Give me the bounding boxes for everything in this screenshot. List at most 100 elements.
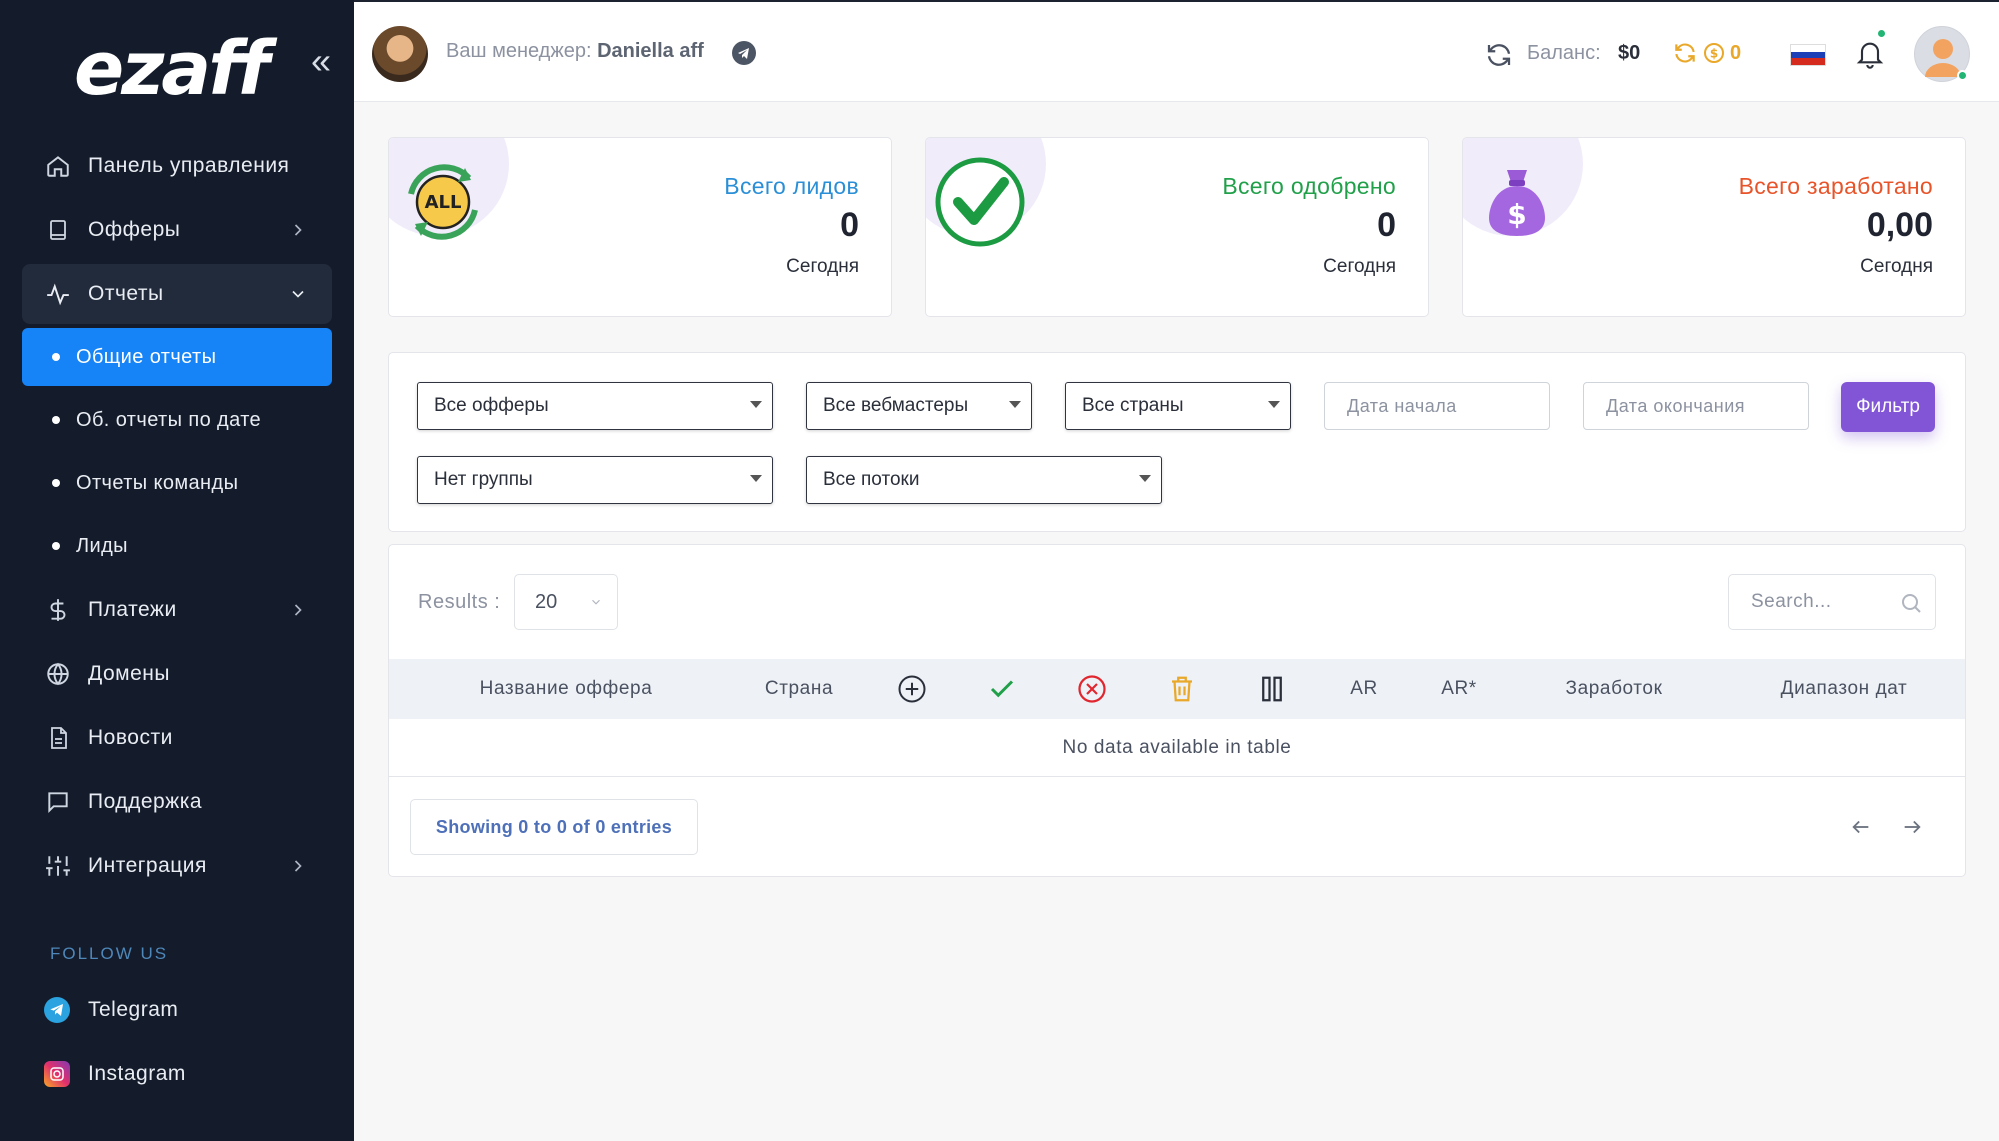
sidebar-item-label: Домены: [88, 662, 170, 685]
dropdown-arrow-icon: [1139, 475, 1151, 482]
col-country[interactable]: Страна: [739, 659, 859, 719]
dropdown-arrow-icon: [750, 401, 762, 408]
book-icon: [44, 216, 72, 244]
coin-refresh-icon: [1675, 43, 1695, 63]
table-search-input[interactable]: Search...: [1728, 574, 1936, 630]
webmasters-select[interactable]: Все вебмастеры: [806, 382, 1032, 430]
results-value: 20: [535, 591, 558, 613]
bell-icon[interactable]: [1854, 36, 1886, 70]
stat-period: Сегодня: [1860, 256, 1933, 277]
social-label: Telegram: [88, 998, 179, 1021]
sidebar-subitem-leads[interactable]: Лиды: [22, 517, 332, 575]
dropdown-arrow-icon: [1009, 401, 1021, 408]
collapse-sidebar-button[interactable]: «: [304, 43, 338, 80]
sidebar-item-label: Интеграция: [88, 854, 207, 877]
manager-name: Daniella aff: [597, 40, 704, 62]
coins-value: 0: [1730, 41, 1742, 64]
sidebar-subitem-reports-by-date[interactable]: Об. отчеты по дате: [22, 391, 332, 449]
pause-columns-icon[interactable]: [1257, 674, 1287, 704]
sidebar-subitem-label: Отчеты команды: [76, 471, 239, 494]
notification-dot: [1878, 30, 1885, 37]
chevron-down-icon: [292, 290, 304, 298]
sidebar-item-label: Отчеты: [88, 282, 164, 305]
coin-icon: $: [1704, 43, 1724, 63]
col-offer-name[interactable]: Название оффера: [441, 659, 691, 719]
all-leads-icon: ALL: [408, 164, 478, 240]
select-value: Все страны: [1082, 395, 1184, 416]
social-instagram-link[interactable]: Instagram: [44, 1054, 186, 1094]
select-value: Все офферы: [434, 395, 549, 416]
manager-prefix: Ваш менеджер:: [446, 40, 592, 62]
bullet-icon: [52, 353, 60, 361]
sidebar-subitem-label: Общие отчеты: [76, 345, 217, 368]
bullet-icon: [52, 416, 60, 424]
col-earnings[interactable]: Заработок: [1539, 659, 1689, 719]
sidebar-subitem-label: Об. отчеты по дате: [76, 408, 262, 431]
chevron-right-icon: [294, 224, 302, 236]
sidebar-item-label: Платежи: [88, 598, 177, 621]
activity-icon: [44, 280, 72, 308]
entries-info: Showing 0 to 0 of 0 entries: [410, 799, 698, 855]
sliders-icon: [44, 852, 72, 880]
topbar: Ваш менеджер: Daniella aff Баланс: $0 $ …: [354, 0, 1999, 102]
stat-period: Сегодня: [786, 256, 859, 277]
search-placeholder: Search...: [1751, 591, 1832, 612]
date-start-input[interactable]: Дата начала: [1324, 382, 1550, 430]
reports-table-panel: Results : 20 Search... Название оффера С…: [388, 544, 1966, 877]
check-icon[interactable]: [987, 674, 1017, 704]
sidebar-item-integration[interactable]: Интеграция: [22, 836, 332, 896]
trash-icon[interactable]: [1167, 674, 1197, 704]
social-telegram-link[interactable]: Telegram: [44, 990, 178, 1030]
offers-select[interactable]: Все офферы: [417, 382, 773, 430]
filter-button[interactable]: Фильтр: [1841, 382, 1935, 432]
stat-value: 0: [840, 206, 859, 244]
svg-text:$: $: [1507, 198, 1526, 231]
stat-period: Сегодня: [1323, 256, 1396, 277]
home-icon: [44, 152, 72, 180]
stat-card-total-leads: ALL Всего лидов 0 Сегодня: [388, 137, 892, 317]
stat-card-total-earned: $ Всего заработано 0,00 Сегодня: [1462, 137, 1966, 317]
stat-title: Всего заработано: [1738, 173, 1933, 199]
check-circle-icon: [935, 157, 1025, 247]
sidebar-item-support[interactable]: Поддержка: [22, 772, 332, 832]
col-ar-star[interactable]: AR*: [1419, 659, 1499, 719]
col-date-range[interactable]: Диапазон дат: [1759, 659, 1929, 719]
sidebar-item-payments[interactable]: Платежи: [22, 580, 332, 640]
coins-balance[interactable]: $ 0: [1672, 40, 1741, 66]
social-label: Instagram: [88, 1062, 186, 1085]
sidebar-item-dashboard[interactable]: Панель управления: [22, 136, 332, 196]
online-status-dot: [1957, 70, 1968, 81]
plus-circle-icon[interactable]: [897, 674, 927, 704]
sidebar-item-label: Офферы: [88, 218, 181, 241]
group-select[interactable]: Нет группы: [417, 456, 773, 504]
sidebar-item-offers[interactable]: Офферы: [22, 200, 332, 260]
arrow-left-icon[interactable]: [1850, 816, 1872, 838]
language-flag-icon[interactable]: [1790, 44, 1826, 66]
stat-title: Всего лидов: [724, 173, 859, 199]
telegram-icon[interactable]: [732, 41, 756, 65]
select-value: Все потоки: [823, 469, 920, 490]
sidebar-item-news[interactable]: Новости: [22, 708, 332, 768]
sidebar-nav: Панель управления Офферы Отчеты Общие от…: [22, 136, 332, 900]
x-circle-icon[interactable]: [1077, 674, 1107, 704]
follow-us-heading: FOLLOW US: [50, 944, 169, 963]
sidebar-subitem-general-reports[interactable]: Общие отчеты: [22, 328, 332, 386]
arrow-right-icon[interactable]: [1901, 816, 1923, 838]
globe-icon: [44, 660, 72, 688]
date-end-input[interactable]: Дата окончания: [1583, 382, 1809, 430]
streams-select[interactable]: Все потоки: [806, 456, 1162, 504]
sidebar: ezaff « Панель управления Офферы Отчеты …: [0, 0, 354, 1141]
select-value: Нет группы: [434, 469, 533, 490]
countries-select[interactable]: Все страны: [1065, 382, 1291, 430]
money-bag-icon: $: [1489, 170, 1545, 236]
stat-title: Всего одобрено: [1222, 173, 1396, 199]
stat-value: 0: [1377, 206, 1396, 244]
manager-avatar[interactable]: [372, 26, 428, 82]
col-ar[interactable]: AR: [1329, 659, 1399, 719]
results-per-page-select[interactable]: 20: [514, 574, 618, 630]
balance-value: $0: [1618, 42, 1641, 64]
refresh-icon[interactable]: [1484, 40, 1514, 70]
sidebar-subitem-team-reports[interactable]: Отчеты команды: [22, 454, 332, 512]
sidebar-item-domains[interactable]: Домены: [22, 644, 332, 704]
sidebar-item-reports[interactable]: Отчеты: [22, 264, 332, 324]
